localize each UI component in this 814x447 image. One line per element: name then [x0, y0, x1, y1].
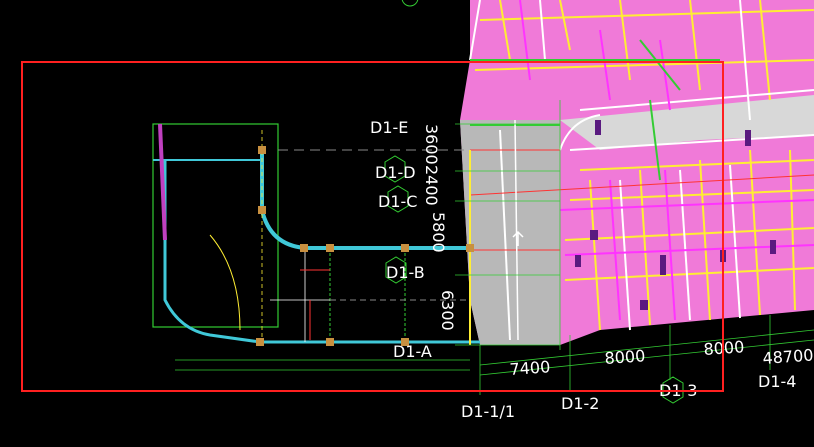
dim-2400: 2400 [422, 165, 441, 206]
axis-label-d1-b[interactable]: D1-B [386, 263, 425, 282]
plan-frame-green [152, 123, 279, 328]
dim-8000-a: 8000 [604, 346, 646, 368]
axis-label-d1-e[interactable]: D1-E [370, 118, 408, 137]
axis-label-d1-c[interactable]: D1-C [378, 192, 417, 211]
axis-label-d1-4[interactable]: D1-4 [758, 372, 796, 391]
gray-fill-strip [460, 120, 560, 345]
axis-label-d1-1-1[interactable]: D1-1/1 [461, 402, 515, 421]
axis-label-d1-d[interactable]: D1-D [375, 163, 416, 182]
dim-7400: 7400 [509, 357, 551, 379]
dim-6300: 6300 [438, 290, 457, 331]
dim-5800: 5800 [429, 212, 448, 253]
dim-3600: 3600 [422, 124, 441, 165]
axis-label-d1-a[interactable]: D1-A [393, 342, 432, 361]
axis-label-d1-2[interactable]: D1-2 [561, 394, 599, 413]
dim-48700: 48700 [762, 345, 814, 368]
top-axis-bubble [401, 0, 419, 7]
site-plan-pink-region [460, 0, 814, 345]
cad-drawing-canvas[interactable]: D1-E D1-D D1-C D1-B D1-A D1-1/1 D1-2 D1-… [0, 0, 814, 447]
